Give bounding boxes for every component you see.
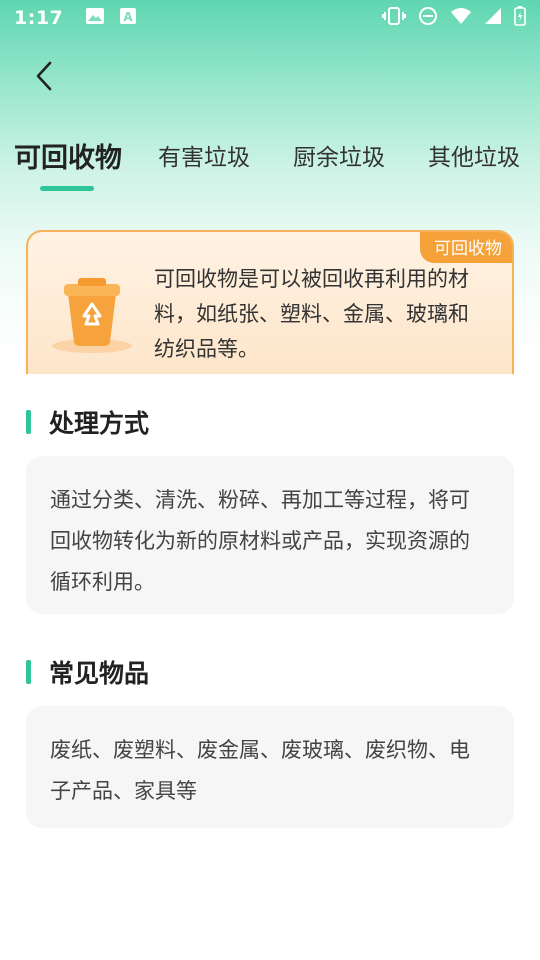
image-notification-icon bbox=[85, 7, 105, 29]
section-accent-bar bbox=[26, 410, 31, 434]
category-info-card: 可回收物 可回收物是可以被回收再利用的材料，如纸张、塑料、金属、玻璃和纺织品等。 bbox=[26, 230, 514, 390]
status-bar: 1:17 A bbox=[0, 0, 540, 36]
tab-kitchen[interactable]: 厨余垃圾 bbox=[293, 138, 385, 172]
section-accent-bar bbox=[26, 660, 31, 684]
tab-hazardous[interactable]: 有害垃圾 bbox=[158, 138, 250, 172]
chevron-left-icon bbox=[34, 60, 54, 96]
svg-text:A: A bbox=[124, 10, 134, 24]
back-button[interactable] bbox=[24, 58, 64, 98]
do-not-disturb-icon bbox=[418, 6, 438, 30]
tab-other[interactable]: 其他垃圾 bbox=[428, 138, 520, 172]
recycle-bin-icon bbox=[48, 256, 136, 356]
tab-recyclable[interactable]: 可回收物 bbox=[14, 136, 122, 175]
common-items-title: 常见物品 bbox=[49, 659, 150, 688]
vibrate-icon bbox=[382, 6, 406, 30]
processing-content: 通过分类、清洗、粉碎、再加工等过程，将可回收物转化为新的原材料或产品，实现资源的… bbox=[26, 456, 514, 614]
common-items-section-header: 常见物品 bbox=[26, 654, 149, 690]
category-description: 可回收物是可以被回收再利用的材料，如纸张、塑料、金属、玻璃和纺织品等。 bbox=[154, 267, 469, 361]
status-time: 1:17 bbox=[14, 7, 64, 29]
font-notification-icon: A bbox=[119, 7, 137, 29]
processing-title: 处理方式 bbox=[49, 409, 150, 438]
signal-icon bbox=[484, 7, 502, 29]
category-tabs: 可回收物 有害垃圾 厨余垃圾 其他垃圾 bbox=[0, 128, 540, 198]
processing-section-header: 处理方式 bbox=[26, 404, 149, 440]
active-tab-indicator bbox=[40, 186, 94, 191]
battery-icon bbox=[514, 6, 526, 30]
category-badge: 可回收物 bbox=[420, 232, 512, 263]
common-items-content: 废纸、废塑料、废金属、废玻璃、废织物、电子产品、家具等 bbox=[26, 706, 514, 828]
wifi-icon bbox=[450, 7, 472, 29]
